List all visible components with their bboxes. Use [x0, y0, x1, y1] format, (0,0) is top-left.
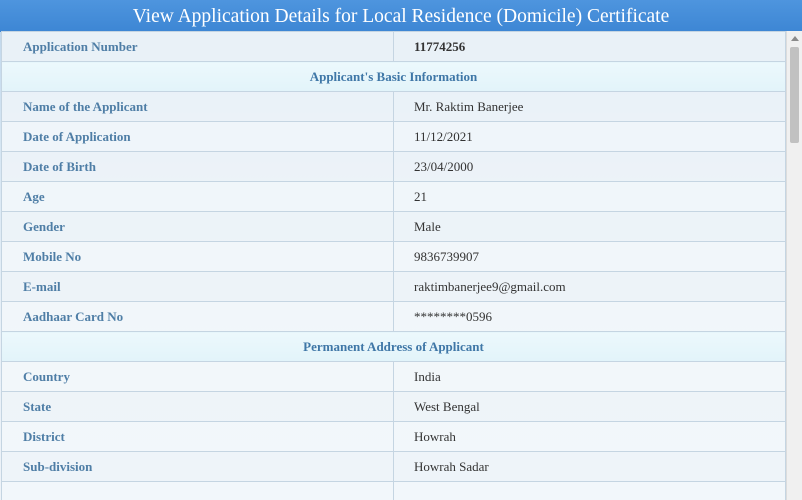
field-label: Gender — [1, 211, 394, 242]
table-row: Name of the Applicant Mr. Raktim Banerjee — [1, 91, 786, 122]
table-row: Sub-division Howrah Sadar — [1, 451, 786, 482]
field-label: Age — [1, 181, 394, 212]
field-label: Aadhaar Card No — [1, 301, 394, 332]
scroll-up-arrow-icon[interactable] — [791, 36, 799, 41]
field-label: Name of the Applicant — [1, 91, 394, 122]
field-label: Date of Birth — [1, 151, 394, 182]
field-label: Sub-division — [1, 451, 394, 482]
field-value — [393, 481, 786, 500]
section-header-row: Applicant's Basic Information — [1, 61, 786, 92]
field-value: Mr. Raktim Banerjee — [393, 91, 786, 122]
section-title: Permanent Address of Applicant — [1, 331, 786, 362]
field-value: Howrah — [393, 421, 786, 452]
field-label: Country — [1, 361, 394, 392]
table-row: Mobile No 9836739907 — [1, 241, 786, 272]
table-row: Aadhaar Card No ********0596 — [1, 301, 786, 332]
field-label: Mobile No — [1, 241, 394, 272]
field-value: 11/12/2021 — [393, 121, 786, 152]
field-value: 23/04/2000 — [393, 151, 786, 182]
details-table-body: Application Number 11774256 Applicant's Ba… — [1, 31, 786, 500]
field-label: Application Number — [1, 31, 394, 62]
vertical-scrollbar[interactable] — [786, 31, 802, 500]
field-label: E-mail — [1, 271, 394, 302]
field-label: Date of Application — [1, 121, 394, 152]
field-value: 11774256 — [393, 31, 786, 62]
page-title: View Application Details for Local Resid… — [0, 0, 802, 32]
field-value: 21 — [393, 181, 786, 212]
table-row: Gender Male — [1, 211, 786, 242]
field-value: India — [393, 361, 786, 392]
table-row: Date of Birth 23/04/2000 — [1, 151, 786, 182]
field-value: raktimbanerjee9@gmail.com — [393, 271, 786, 302]
field-value: 9836739907 — [393, 241, 786, 272]
field-label — [1, 481, 394, 500]
field-label: District — [1, 421, 394, 452]
table-row: E-mail raktimbanerjee9@gmail.com — [1, 271, 786, 302]
table-row: Application Number 11774256 — [1, 31, 786, 62]
table-row — [1, 481, 786, 500]
field-label: State — [1, 391, 394, 422]
field-value: West Bengal — [393, 391, 786, 422]
field-value: ********0596 — [393, 301, 786, 332]
table-row: Date of Application 11/12/2021 — [1, 121, 786, 152]
section-header-row: Permanent Address of Applicant — [1, 331, 786, 362]
field-value: Male — [393, 211, 786, 242]
application-details-panel: Application Number 11774256 Applicant's Ba… — [1, 31, 786, 500]
table-row: Country India — [1, 361, 786, 392]
field-value: Howrah Sadar — [393, 451, 786, 482]
scrollbar-thumb[interactable] — [790, 47, 799, 143]
application-details-table: Application Number 11774256 Applicant's Ba… — [1, 31, 786, 500]
section-title: Applicant's Basic Information — [1, 61, 786, 92]
table-row: Age 21 — [1, 181, 786, 212]
table-row: State West Bengal — [1, 391, 786, 422]
table-row: District Howrah — [1, 421, 786, 452]
